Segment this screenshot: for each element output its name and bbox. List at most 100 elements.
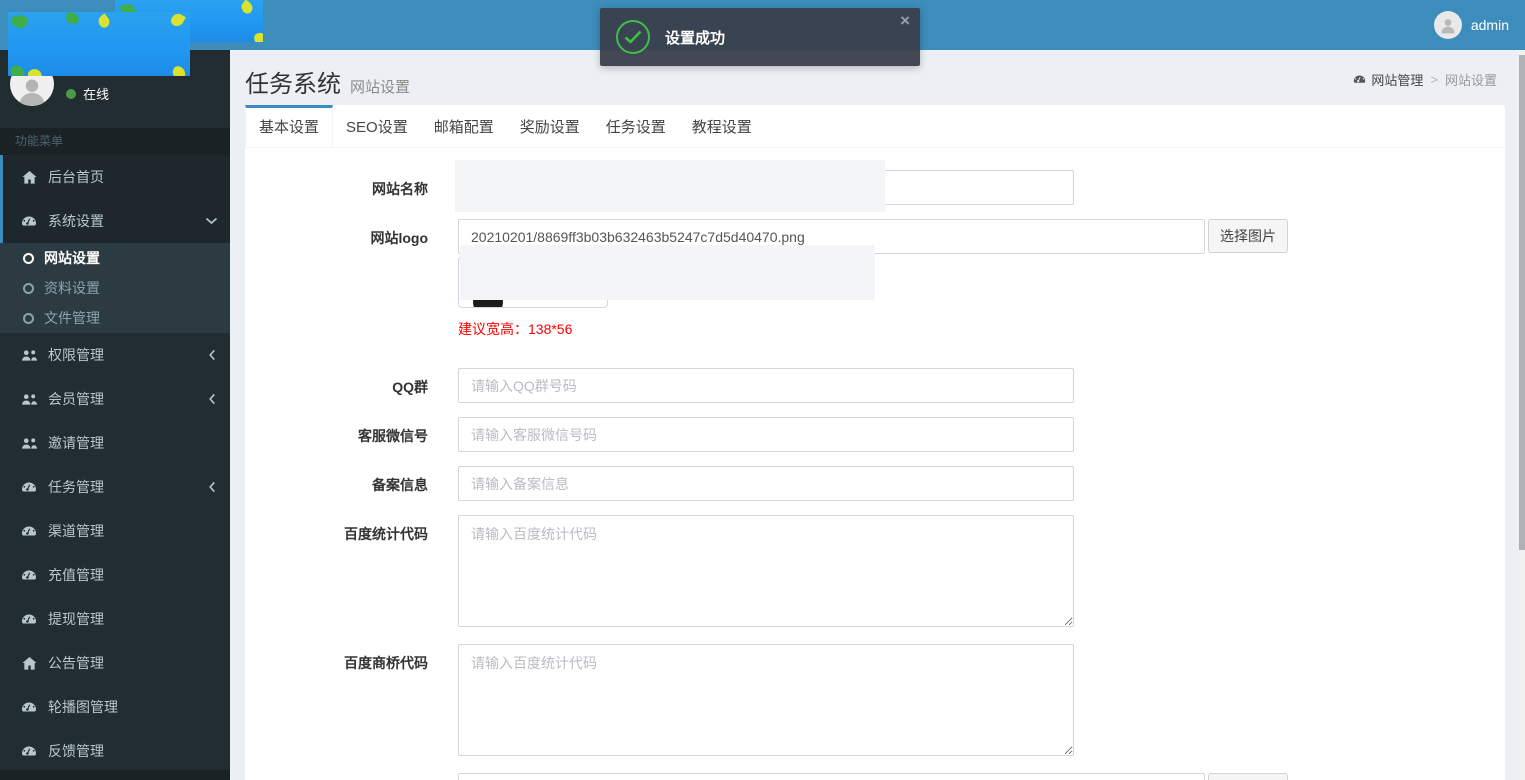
dashboard-icon xyxy=(18,569,40,582)
form-row-wechat: 客服微信号 xyxy=(245,417,1505,452)
tab-bar: 基本设置 SEO设置 邮箱配置 奖励设置 任务设置 教程设置 xyxy=(245,105,1505,148)
breadcrumb-separator: > xyxy=(1430,72,1438,87)
users-icon xyxy=(18,349,40,362)
redaction-overlay-gray xyxy=(455,160,885,212)
sidebar: 在线 功能菜单 后台首页 系统设置 网站设置 xyxy=(0,50,230,780)
baidu-stats-label: 百度统计代码 xyxy=(245,515,428,630)
online-dot-icon xyxy=(66,89,76,99)
home-icon xyxy=(18,170,40,185)
sidebar-item-channels[interactable]: 渠道管理 xyxy=(0,509,230,553)
dashboard-icon xyxy=(18,525,40,538)
redaction-overlay-gray xyxy=(460,245,875,300)
sidebar-bottom-strip xyxy=(0,770,230,780)
qq-group-label: QQ群 xyxy=(245,368,428,403)
submenu-item-label: 文件管理 xyxy=(44,308,100,328)
qq-group-input[interactable] xyxy=(458,368,1074,403)
form-row-icp: 备案信息 xyxy=(245,466,1505,501)
toast-message: 设置成功 xyxy=(665,27,725,48)
icp-input[interactable] xyxy=(458,466,1074,501)
pick-poster-image-button[interactable]: 选择图片 xyxy=(1208,773,1288,780)
sidebar-item-withdrawals[interactable]: 提现管理 xyxy=(0,597,230,641)
sidebar-item-tasks[interactable]: 任务管理 xyxy=(0,465,230,509)
page-subtitle: 网站设置 xyxy=(350,76,410,97)
sidebar-item-label: 权限管理 xyxy=(48,345,104,365)
breadcrumb-parent[interactable]: 网站管理 xyxy=(1353,70,1423,89)
redaction-overlay-blue xyxy=(8,12,190,76)
form-row-baidu-bridge: 百度商桥代码 xyxy=(245,644,1505,759)
home-icon xyxy=(18,656,40,671)
sidebar-item-announcements[interactable]: 公告管理 xyxy=(0,641,230,685)
site-logo-label: 网站logo xyxy=(245,219,428,339)
sidebar-item-home[interactable]: 后台首页 xyxy=(0,155,230,199)
chevron-left-icon xyxy=(208,482,216,493)
icp-label: 备案信息 xyxy=(245,466,428,501)
dashboard-icon xyxy=(1353,74,1366,85)
sidebar-item-feedback[interactable]: 反馈管理 xyxy=(0,729,230,773)
sidebar-item-system-settings[interactable]: 系统设置 xyxy=(0,199,230,243)
sidebar-item-recharge[interactable]: 充值管理 xyxy=(0,553,230,597)
baidu-bridge-label: 百度商桥代码 xyxy=(245,644,428,759)
dashboard-icon xyxy=(18,701,40,714)
sidebar-item-permissions[interactable]: 权限管理 xyxy=(0,333,230,377)
pick-logo-image-button[interactable]: 选择图片 xyxy=(1208,219,1288,253)
baidu-bridge-textarea[interactable] xyxy=(458,644,1074,756)
form-row-baidu-stats: 百度统计代码 xyxy=(245,515,1505,630)
online-status-label: 在线 xyxy=(83,84,109,103)
users-icon xyxy=(18,437,40,450)
breadcrumb: 网站管理 > 网站设置 xyxy=(1353,70,1497,89)
user-avatar-icon xyxy=(1434,11,1462,39)
page-title: 任务系统 xyxy=(245,64,341,99)
tab-reward-settings[interactable]: 奖励设置 xyxy=(507,105,593,147)
dashboard-icon xyxy=(18,745,40,758)
sidebar-item-label: 后台首页 xyxy=(48,167,104,187)
form-row-site-logo: 网站logo 选择图片 建议宽高：138*56 xyxy=(245,219,1505,339)
sidebar-subitem-site-settings[interactable]: 网站设置 xyxy=(0,243,230,273)
breadcrumb-current: 网站设置 xyxy=(1445,70,1497,89)
tab-basic-settings[interactable]: 基本设置 xyxy=(245,105,333,147)
sidebar-item-label: 公告管理 xyxy=(48,653,104,673)
chevron-left-icon xyxy=(208,350,216,361)
tab-tutorial-settings[interactable]: 教程设置 xyxy=(679,105,765,147)
user-menu[interactable]: admin xyxy=(1434,0,1509,50)
poster-bg-label: 海报背景图 xyxy=(245,773,428,780)
logo-size-hint: 建议宽高：138*56 xyxy=(458,319,1288,339)
sidebar-item-carousel[interactable]: 轮播图管理 xyxy=(0,685,230,729)
tab-email-config[interactable]: 邮箱配置 xyxy=(421,105,507,147)
sidebar-item-label: 充值管理 xyxy=(48,565,104,585)
circle-o-icon xyxy=(23,283,34,294)
baidu-stats-textarea[interactable] xyxy=(458,515,1074,627)
sidebar-item-invitations[interactable]: 邀请管理 xyxy=(0,421,230,465)
sidebar-menu: 后台首页 系统设置 网站设置 资料设置 文件管理 xyxy=(0,155,230,773)
breadcrumb-parent-label: 网站管理 xyxy=(1371,70,1423,89)
sidebar-subitem-profile-settings[interactable]: 资料设置 xyxy=(0,273,230,303)
online-status: 在线 xyxy=(66,84,109,103)
username-label: admin xyxy=(1471,17,1509,33)
tab-seo-settings[interactable]: SEO设置 xyxy=(333,105,421,147)
dashboard-icon xyxy=(18,613,40,626)
sidebar-item-label: 邀请管理 xyxy=(48,433,104,453)
sidebar-item-label: 任务管理 xyxy=(48,477,104,497)
page-scrollbar[interactable] xyxy=(1519,50,1525,780)
toast-close-icon[interactable]: × xyxy=(900,12,910,29)
circle-o-icon xyxy=(23,313,34,324)
wechat-label: 客服微信号 xyxy=(245,417,428,452)
sidebar-item-label: 轮播图管理 xyxy=(48,697,118,717)
chevron-left-icon xyxy=(208,394,216,405)
sidebar-item-label: 渠道管理 xyxy=(48,521,104,541)
sidebar-item-members[interactable]: 会员管理 xyxy=(0,377,230,421)
dashboard-icon xyxy=(18,215,40,228)
tab-task-settings[interactable]: 任务设置 xyxy=(593,105,679,147)
menu-section-label: 功能菜单 xyxy=(0,128,230,155)
poster-bg-input[interactable] xyxy=(458,773,1205,780)
submenu-item-label: 资料设置 xyxy=(44,278,100,298)
toast-notification: 设置成功 × xyxy=(600,8,920,66)
success-check-icon xyxy=(616,20,650,54)
scrollbar-thumb[interactable] xyxy=(1519,55,1525,550)
wechat-input[interactable] xyxy=(458,417,1074,452)
submenu-item-label: 网站设置 xyxy=(44,248,100,268)
sidebar-item-label: 反馈管理 xyxy=(48,741,104,761)
site-name-label: 网站名称 xyxy=(245,170,428,205)
form-row-poster-bg: 海报背景图 选择图片 xyxy=(245,773,1505,780)
sidebar-subitem-file-management[interactable]: 文件管理 xyxy=(0,303,230,333)
circle-o-icon xyxy=(23,253,34,264)
